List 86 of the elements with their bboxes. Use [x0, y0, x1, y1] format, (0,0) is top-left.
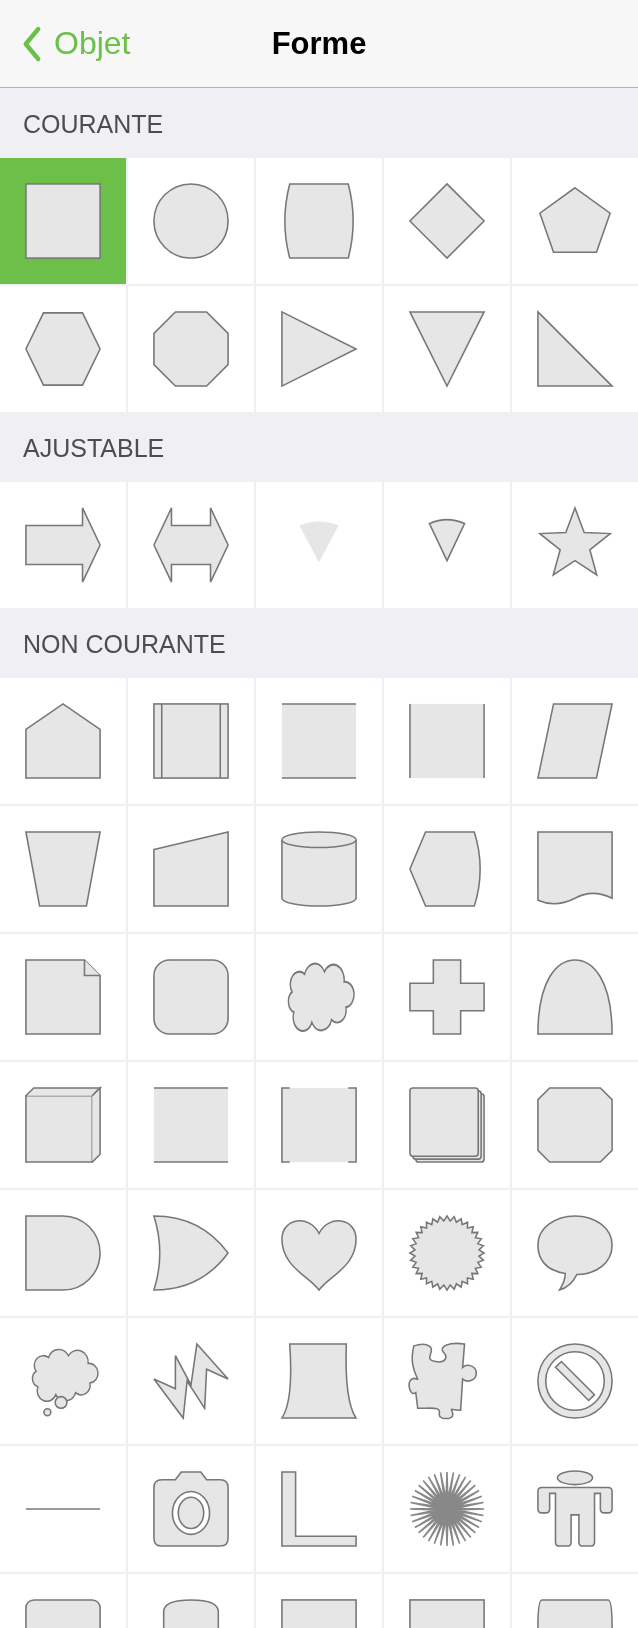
parallelogram-icon — [535, 701, 615, 781]
l-shape-icon — [279, 1469, 359, 1549]
shape-option[interactable] — [512, 806, 638, 932]
shape-option[interactable] — [256, 934, 382, 1060]
arrow-icon — [23, 505, 103, 585]
triangle-right-icon — [279, 309, 359, 389]
shape-option[interactable] — [512, 1446, 638, 1572]
camera-icon — [151, 1469, 231, 1549]
shape-option[interactable] — [0, 1318, 126, 1444]
sunburst-icon — [407, 1469, 487, 1549]
cylinder-icon — [279, 829, 359, 909]
flared-trapezoid-icon — [279, 1341, 359, 1421]
arch-icon — [535, 957, 615, 1037]
shape-option[interactable] — [512, 286, 638, 412]
shape-option[interactable] — [0, 806, 126, 932]
back-button[interactable]: Objet — [0, 22, 131, 65]
shape-option[interactable] — [256, 1190, 382, 1316]
square-icon — [23, 181, 103, 261]
shape-option[interactable] — [128, 1446, 254, 1572]
shape-option[interactable] — [384, 806, 510, 932]
shape-option[interactable] — [384, 934, 510, 1060]
shape-option[interactable] — [384, 1318, 510, 1444]
shape-option[interactable] — [512, 1190, 638, 1316]
shape-option[interactable] — [128, 1318, 254, 1444]
shape-option[interactable] — [128, 806, 254, 932]
line-icon — [23, 1507, 103, 1511]
shape-option[interactable] — [384, 286, 510, 412]
seal-icon — [407, 1213, 487, 1293]
lightning-icon — [151, 1341, 231, 1421]
diamond-icon — [407, 181, 487, 261]
shape-option[interactable] — [256, 286, 382, 412]
triangle-down-icon — [407, 309, 487, 389]
side-rectangle-icon — [407, 701, 487, 781]
shape-option[interactable] — [512, 934, 638, 1060]
circle-icon — [151, 181, 231, 261]
right-triangle-icon — [535, 309, 615, 389]
speech-bubble-icon — [535, 1213, 615, 1293]
stacked-squares-icon — [407, 1085, 487, 1165]
shape-option[interactable] — [512, 1318, 638, 1444]
rounded-square-icon — [151, 957, 231, 1037]
shape-option[interactable] — [256, 806, 382, 932]
shape-option[interactable] — [128, 1190, 254, 1316]
prohibited-icon — [535, 1341, 615, 1421]
octagon-icon — [151, 309, 231, 389]
section-title: AJUSTABLE — [23, 433, 165, 463]
shape-option[interactable] — [0, 934, 126, 1060]
shape-option[interactable] — [512, 158, 638, 284]
screen-title: Forme — [271, 25, 367, 62]
hexagon-icon — [23, 309, 103, 389]
section-title: COURANTE — [23, 109, 164, 139]
person-icon — [535, 1469, 615, 1549]
double-arrow-icon — [151, 505, 231, 585]
half-round-icon — [23, 1213, 103, 1293]
bracket-rectangle-icon — [279, 1085, 359, 1165]
section-title: NON COURANTE — [23, 629, 226, 659]
shape-option[interactable] — [256, 1318, 382, 1444]
shape-option[interactable] — [0, 482, 126, 608]
shape-option[interactable] — [512, 1062, 638, 1188]
shape-option[interactable] — [384, 158, 510, 284]
cube-icon — [23, 1085, 103, 1165]
shape-option[interactable] — [256, 1062, 382, 1188]
shape-option[interactable] — [512, 678, 638, 804]
folded-page-icon — [23, 957, 103, 1037]
shape-option[interactable] — [384, 1062, 510, 1188]
shape-option[interactable] — [0, 1190, 126, 1316]
trapezoid-icon — [23, 829, 103, 909]
shape-option[interactable] — [256, 1446, 382, 1572]
shape-option[interactable] — [0, 678, 126, 804]
top-bottom-rectangle-icon — [279, 701, 359, 781]
shape-option[interactable] — [0, 286, 126, 412]
shape-option[interactable] — [128, 482, 254, 608]
framed-rectangle-icon — [151, 701, 231, 781]
shape-option[interactable] — [128, 158, 254, 284]
plus-icon — [407, 957, 487, 1037]
house-icon — [23, 701, 103, 781]
shape-option[interactable] — [128, 286, 254, 412]
shape-option[interactable] — [0, 158, 126, 284]
shape-option[interactable] — [384, 1446, 510, 1572]
shape-option[interactable] — [512, 482, 638, 608]
shape-option[interactable] — [128, 678, 254, 804]
shape-option[interactable] — [128, 934, 254, 1060]
curved-arrowhead-icon — [151, 1213, 231, 1293]
top-bottom-rectangle-icon — [151, 1085, 231, 1165]
shape-option[interactable] — [256, 158, 382, 284]
shape-option[interactable] — [384, 1190, 510, 1316]
shape-option[interactable] — [0, 1062, 126, 1188]
